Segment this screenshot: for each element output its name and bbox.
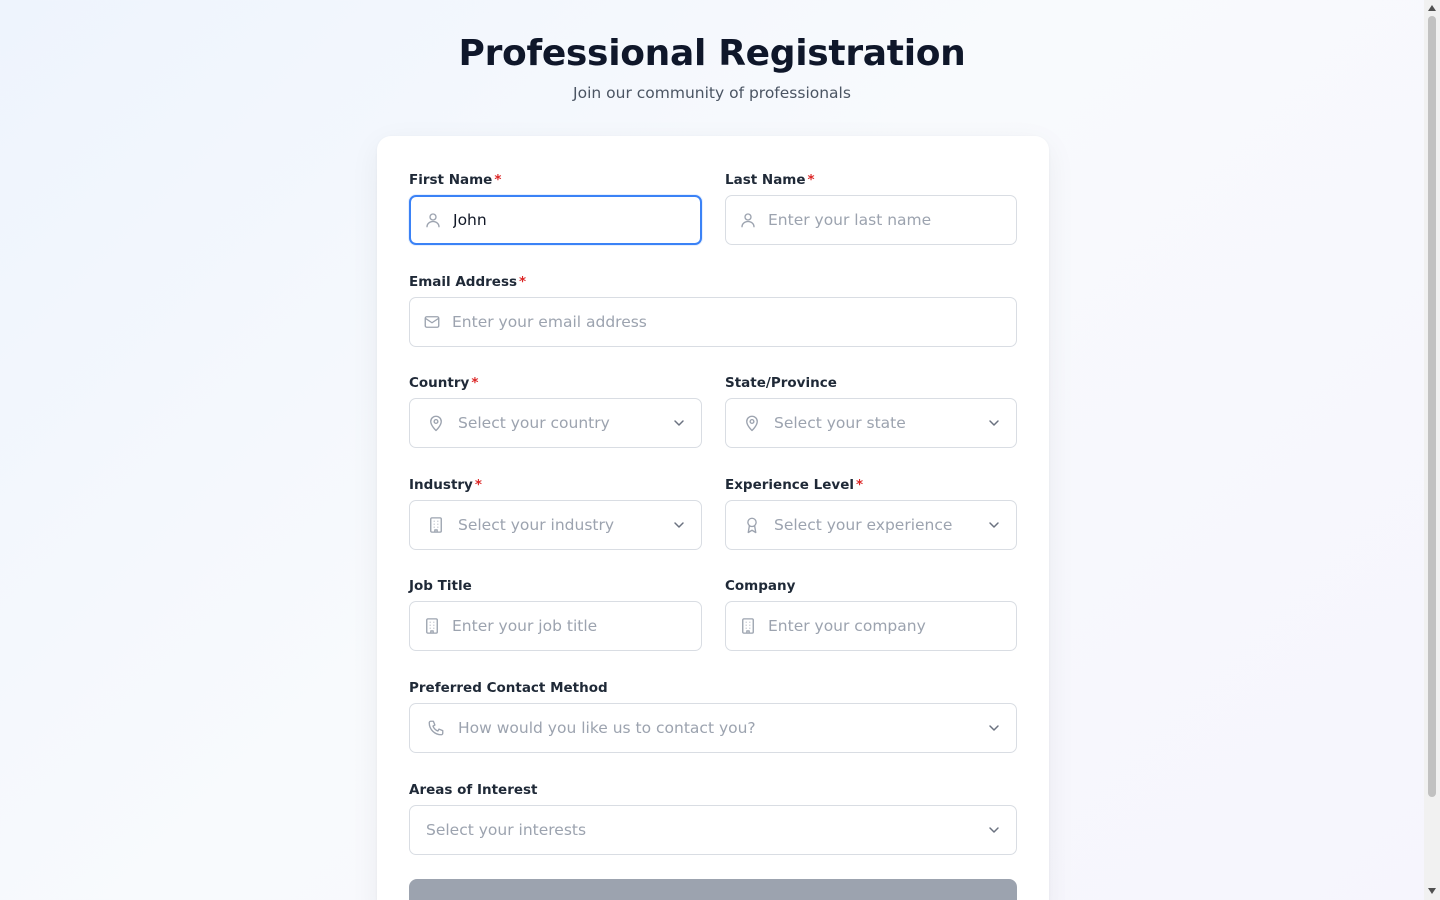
email-label: Email Address * (409, 274, 527, 290)
industry-placeholder[interactable]: Select your industry (458, 516, 671, 534)
chevron-down-icon[interactable] (986, 720, 1002, 736)
required-marker: * (474, 477, 482, 493)
first-name-input[interactable]: John (409, 195, 702, 245)
experience-placeholder[interactable]: Select your experience (774, 516, 986, 534)
email-placeholder[interactable]: Enter your email address (452, 313, 1016, 331)
interests-field: Areas of Interest Select your interests (409, 780, 1017, 856)
state-select[interactable]: Select your state (725, 398, 1017, 448)
company-label: Company (725, 578, 796, 594)
scroll-up-icon[interactable] (1427, 3, 1437, 13)
map-pin-icon (426, 413, 446, 433)
map-pin-icon (742, 413, 762, 433)
required-marker: * (807, 172, 815, 188)
chevron-down-icon[interactable] (986, 415, 1002, 431)
last-name-input[interactable]: Enter your last name (725, 195, 1017, 245)
industry-select[interactable]: Select your industry (409, 500, 702, 550)
chevron-down-icon[interactable] (671, 415, 687, 431)
contact-method-placeholder[interactable]: How would you like us to contact you? (458, 719, 986, 737)
state-label: State/Province (725, 375, 837, 391)
building-icon (426, 515, 446, 535)
required-marker: * (494, 172, 502, 188)
mail-icon (422, 312, 442, 332)
job-title-input[interactable]: Enter your job title (409, 601, 702, 651)
scrollbar-thumb[interactable] (1428, 16, 1436, 797)
scroll-down-icon[interactable] (1427, 886, 1437, 896)
page-subtitle: Join our community of professionals (573, 84, 851, 102)
industry-label: Industry * (409, 477, 482, 493)
experience-field: Experience Level * Select your experience (725, 475, 1017, 551)
first-name-label: First Name * (409, 172, 502, 188)
page-title: Professional Registration (458, 33, 966, 74)
state-field: State/Province Select your state (725, 373, 1017, 449)
building-icon (422, 616, 442, 636)
company-input[interactable]: Enter your company (725, 601, 1017, 651)
required-marker: * (471, 375, 479, 391)
email-input[interactable]: Enter your email address (409, 297, 1017, 347)
country-field: Country * Select your country (409, 373, 702, 449)
award-icon (742, 515, 762, 535)
phone-icon (426, 718, 446, 738)
email-field: Email Address * Enter your email address (409, 272, 1017, 348)
job-title-placeholder[interactable]: Enter your job title (452, 617, 701, 635)
chevron-down-icon[interactable] (986, 517, 1002, 533)
chevron-down-icon[interactable] (986, 822, 1002, 838)
last-name-field: Last Name * Enter your last name (725, 170, 1017, 246)
submit-button[interactable] (409, 879, 1017, 900)
contact-method-field: Preferred Contact Method How would you l… (409, 678, 1017, 754)
building-icon (738, 616, 758, 636)
industry-field: Industry * Select your industry (409, 475, 702, 551)
experience-select[interactable]: Select your experience (725, 500, 1017, 550)
registration-form-card: First Name * John Last Name * Enter your l… (377, 136, 1049, 900)
country-label: Country * (409, 375, 479, 391)
country-placeholder[interactable]: Select your country (458, 414, 671, 432)
first-name-value[interactable]: John (453, 211, 700, 229)
company-field: Company Enter your company (725, 576, 1017, 652)
country-select[interactable]: Select your country (409, 398, 702, 448)
user-icon (423, 210, 443, 230)
chevron-down-icon[interactable] (671, 517, 687, 533)
contact-method-label: Preferred Contact Method (409, 680, 608, 696)
job-title-field: Job Title Enter your job title (409, 576, 702, 652)
contact-method-select[interactable]: How would you like us to contact you? (409, 703, 1017, 753)
last-name-placeholder[interactable]: Enter your last name (768, 211, 1016, 229)
state-placeholder[interactable]: Select your state (774, 414, 986, 432)
interests-placeholder[interactable]: Select your interests (426, 821, 986, 839)
experience-label: Experience Level * (725, 477, 864, 493)
company-placeholder[interactable]: Enter your company (768, 617, 1016, 635)
required-marker: * (519, 274, 527, 290)
job-title-label: Job Title (409, 578, 472, 594)
vertical-scrollbar[interactable] (1424, 0, 1440, 900)
page: Professional Registration Join our commu… (0, 0, 1424, 900)
last-name-label: Last Name * (725, 172, 815, 188)
interests-select[interactable]: Select your interests (409, 805, 1017, 855)
required-marker: * (856, 477, 864, 493)
interests-label: Areas of Interest (409, 782, 538, 798)
user-icon (738, 210, 758, 230)
first-name-field: First Name * John (409, 170, 702, 246)
